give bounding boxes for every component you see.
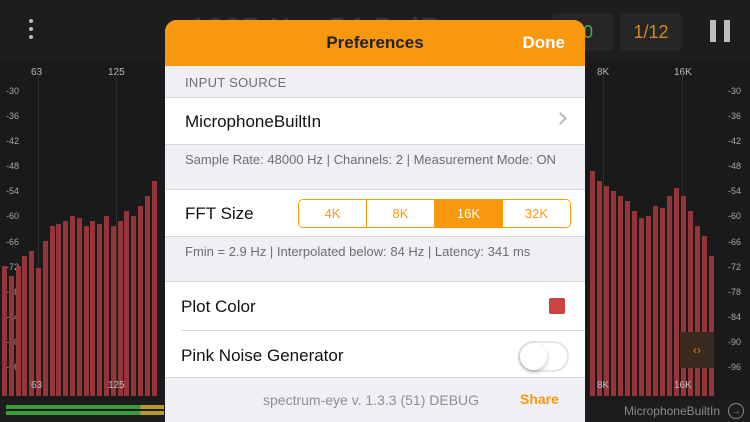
input-source-caption: Sample Rate: 48000 Hz | Channels: 2 | Me… [185,152,556,167]
spectrum-bar [2,266,7,396]
plot-color-label: Plot Color [181,297,256,316]
db-label-left: -48 [6,161,20,171]
spectrum-bar [29,251,35,396]
db-label-right: -60 [728,211,742,221]
db-label-right: -84 [728,312,742,322]
fft-caption: Fmin = 2.9 Hz | Interpolated below: 84 H… [185,244,531,259]
db-label-right: -42 [728,136,742,146]
spectrum-bar [36,268,41,396]
spectrum-bar [83,226,89,396]
spectrum-bar [639,218,644,396]
spectrum-bar [104,216,109,396]
spectrum-bar [144,196,150,396]
input-source-row[interactable]: MicrophoneBuiltIn [165,97,585,145]
fft-option-4k[interactable]: 4K [299,200,367,227]
spectrum-bar [42,241,48,396]
fft-option-8k[interactable]: 8K [367,200,435,227]
freq-label-bottom: 63 [31,380,43,391]
spectrum-bar [22,256,28,396]
db-label-left: -54 [6,186,20,196]
db-label-left: -36 [6,111,20,121]
version-text: spectrum-eye v. 1.3.3 (51) DEBUG [263,392,480,408]
fft-option-16k[interactable]: 16K [435,200,503,227]
db-label-right: -54 [728,186,742,196]
pink-noise-row: Pink Noise Generator [165,331,585,379]
spectrum-bar [15,266,21,396]
preferences-modal: Preferences Done INPUT SOURCE Microphone… [165,20,585,422]
footer-input-source: MicrophoneBuiltIn [623,404,720,418]
db-label-left: -66 [6,237,20,247]
pink-noise-toggle[interactable] [518,341,569,372]
done-button[interactable]: Done [523,20,566,66]
octave-fraction-chip[interactable]: 1/12 [620,13,682,51]
db-label-right: -78 [728,287,742,297]
input-source-value: MicrophoneBuiltIn [185,112,322,131]
plot-color-row[interactable]: Plot Color [165,282,585,330]
input-source-section-header: INPUT SOURCE [185,75,287,90]
spectrum-bar [660,208,665,396]
spectrum-bar [695,226,700,396]
spectrum-bar [70,216,75,396]
db-label-right: -48 [728,161,742,171]
fft-size-segmented-control[interactable]: 4K 8K 16K 32K [298,199,571,228]
db-label-right: -66 [728,237,742,247]
spectrum-bar [625,201,630,396]
spectrum-bar [151,181,157,396]
freq-label-top: 63 [31,67,43,78]
spectrum-bar [56,224,62,396]
pink-noise-label: Pink Noise Generator [181,346,344,365]
spectrum-bar [49,226,55,396]
chevron-right-icon [554,112,567,125]
spectrum-bar [709,256,714,396]
spectrum-bar [604,186,609,396]
spectrum-bar [667,196,672,396]
spectrum-bar [131,216,137,396]
freq-label-bottom: 16K [674,380,692,391]
spectrum-bar [688,211,693,396]
freq-label-bottom: 8K [597,380,610,391]
spectrum-bar [90,221,96,396]
pan-arrows-icon[interactable]: ‹› [680,332,714,368]
plot-color-swatch[interactable] [549,298,565,314]
spectrum-bar [653,206,658,396]
spectrum-bar [8,276,14,396]
display-options-group: Plot Color Pink Noise Generator [165,281,585,378]
spectrum-bar [124,211,130,396]
spectrum-bar [674,188,679,396]
spectrum-bar [611,191,616,396]
input-switch-icon[interactable]: → [728,403,744,419]
db-label-left: -42 [6,136,20,146]
fft-size-label: FFT Size [185,204,254,223]
spectrum-bar [117,221,123,396]
db-label-right: -96 [728,362,742,372]
spectrum-bar [76,218,82,396]
kebab-menu-icon[interactable] [24,16,38,46]
db-label-right: -90 [728,337,742,347]
db-label-right: -30 [728,86,742,96]
spectrum-bar [702,236,707,396]
db-label-right: -72 [728,262,742,272]
share-button[interactable]: Share [520,391,559,407]
spectrum-bar [63,221,69,396]
spectrum-bar [646,216,651,396]
db-label-right: -36 [728,111,742,121]
spectrum-bar [597,181,602,396]
fft-size-row: FFT Size 4K 8K 16K 32K [165,189,585,237]
pause-icon[interactable] [710,20,730,42]
spectrum-bar [138,206,143,396]
spectrum-bar [110,226,116,396]
spectrum-bar [632,211,637,396]
modal-header: Preferences Done [165,20,585,66]
spectrum-bar [590,171,595,396]
spectrum-bar [97,224,103,396]
level-meter [6,405,164,415]
freq-label-bottom: 125 [108,380,125,391]
db-label-left: -30 [6,86,20,96]
spectrum-bar [618,196,623,396]
fft-option-32k[interactable]: 32K [503,200,570,227]
db-label-left: -60 [6,211,20,221]
